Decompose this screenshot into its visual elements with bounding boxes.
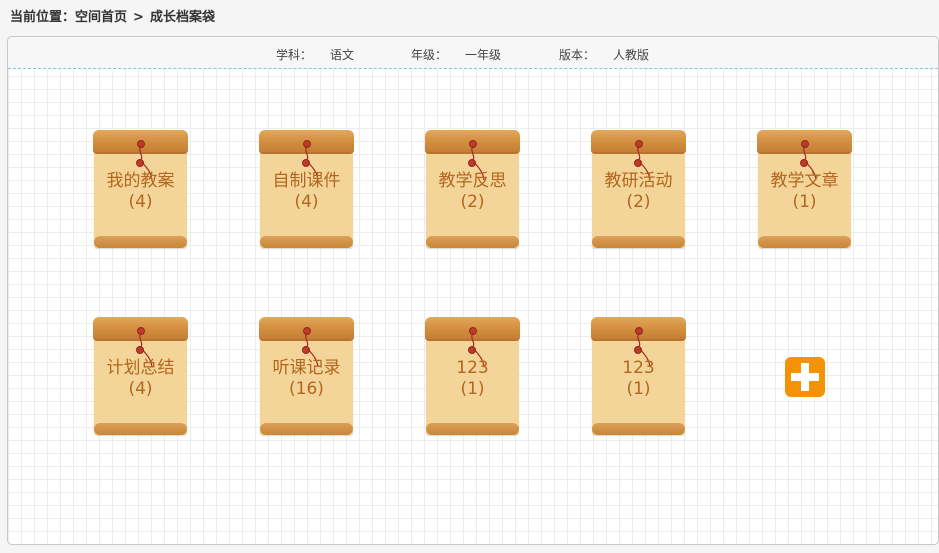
folder-bottom bbox=[592, 236, 685, 248]
folder-bottom bbox=[94, 236, 187, 248]
folder-label: 教学文章 (1) bbox=[757, 171, 852, 213]
folder-label: 123 (1) bbox=[425, 358, 520, 400]
grade-label: 年级： bbox=[411, 48, 448, 62]
folder-title: 听课记录 bbox=[272, 358, 341, 378]
folder-bottom bbox=[592, 423, 685, 435]
folder-bag[interactable]: 教学文章 (1) bbox=[757, 130, 852, 250]
breadcrumb-current: 成长档案袋 bbox=[149, 10, 215, 25]
folder-bag[interactable]: 123 (1) bbox=[425, 317, 520, 437]
grade-value: 一年级 bbox=[465, 48, 502, 62]
folder-label: 我的教案 (4) bbox=[93, 171, 188, 213]
grade-info: 年级： 一年级 bbox=[411, 46, 501, 63]
folder-bottom bbox=[94, 423, 187, 435]
folder-title: 教学文章 bbox=[770, 171, 839, 191]
folder-bottom bbox=[758, 236, 851, 248]
folder-label: 计划总结 (4) bbox=[93, 358, 188, 400]
edition-value: 人教版 bbox=[613, 48, 650, 62]
folder-bottom bbox=[426, 423, 519, 435]
folder-count: (1) bbox=[792, 192, 817, 212]
folder-count: (16) bbox=[289, 379, 324, 399]
folder-count: (4) bbox=[294, 192, 319, 212]
breadcrumb-separator: > bbox=[133, 10, 144, 25]
folder-bag[interactable]: 教研活动 (2) bbox=[591, 130, 686, 250]
folder-bottom bbox=[260, 423, 353, 435]
info-bar: 学科： 语文 年级： 一年级 版本： 人教版 bbox=[8, 37, 938, 69]
folder-title: 我的教案 bbox=[106, 171, 175, 191]
folder-label: 教学反思 (2) bbox=[425, 171, 520, 213]
breadcrumb: 当前位置：空间首页 > 成长档案袋 bbox=[10, 6, 215, 25]
folder-bottom bbox=[426, 236, 519, 248]
folder-bag[interactable]: 我的教案 (4) bbox=[93, 130, 188, 250]
archive-panel: 学科： 语文 年级： 一年级 版本： 人教版 我的教案 (4) 自制课件 (4) 教学反思 (2… bbox=[7, 36, 939, 545]
folder-bag[interactable]: 教学反思 (2) bbox=[425, 130, 520, 250]
folder-label: 自制课件 (4) bbox=[259, 171, 354, 213]
subject-value: 语文 bbox=[330, 48, 355, 62]
folder-label: 教研活动 (2) bbox=[591, 171, 686, 213]
edition-label: 版本： bbox=[559, 48, 596, 62]
folder-title: 计划总结 bbox=[106, 358, 175, 378]
add-folder-button[interactable] bbox=[785, 357, 825, 397]
folder-bag[interactable]: 123 (1) bbox=[591, 317, 686, 437]
folder-title: 自制课件 bbox=[272, 171, 341, 191]
subject-info: 学科： 语文 bbox=[276, 46, 354, 63]
folder-title: 教学反思 bbox=[438, 171, 507, 191]
subject-label: 学科： bbox=[276, 48, 313, 62]
folder-count: (1) bbox=[626, 379, 651, 399]
folder-bag[interactable]: 自制课件 (4) bbox=[259, 130, 354, 250]
folder-title: 123 bbox=[456, 358, 489, 378]
breadcrumb-prefix: 当前位置： bbox=[10, 10, 76, 25]
folder-title: 123 bbox=[622, 358, 655, 378]
folder-count: (4) bbox=[128, 192, 153, 212]
folder-bottom bbox=[260, 236, 353, 248]
plus-icon-vertical bbox=[801, 363, 809, 391]
folder-bag[interactable]: 计划总结 (4) bbox=[93, 317, 188, 437]
folder-count: (1) bbox=[460, 379, 485, 399]
edition-info: 版本： 人教版 bbox=[559, 46, 649, 63]
folder-label: 听课记录 (16) bbox=[259, 358, 354, 400]
breadcrumb-home-link[interactable]: 空间首页 bbox=[75, 6, 127, 25]
folder-bag[interactable]: 听课记录 (16) bbox=[259, 317, 354, 437]
folder-count: (4) bbox=[128, 379, 153, 399]
folder-label: 123 (1) bbox=[591, 358, 686, 400]
folder-count: (2) bbox=[626, 192, 651, 212]
folder-count: (2) bbox=[460, 192, 485, 212]
folder-title: 教研活动 bbox=[604, 171, 673, 191]
